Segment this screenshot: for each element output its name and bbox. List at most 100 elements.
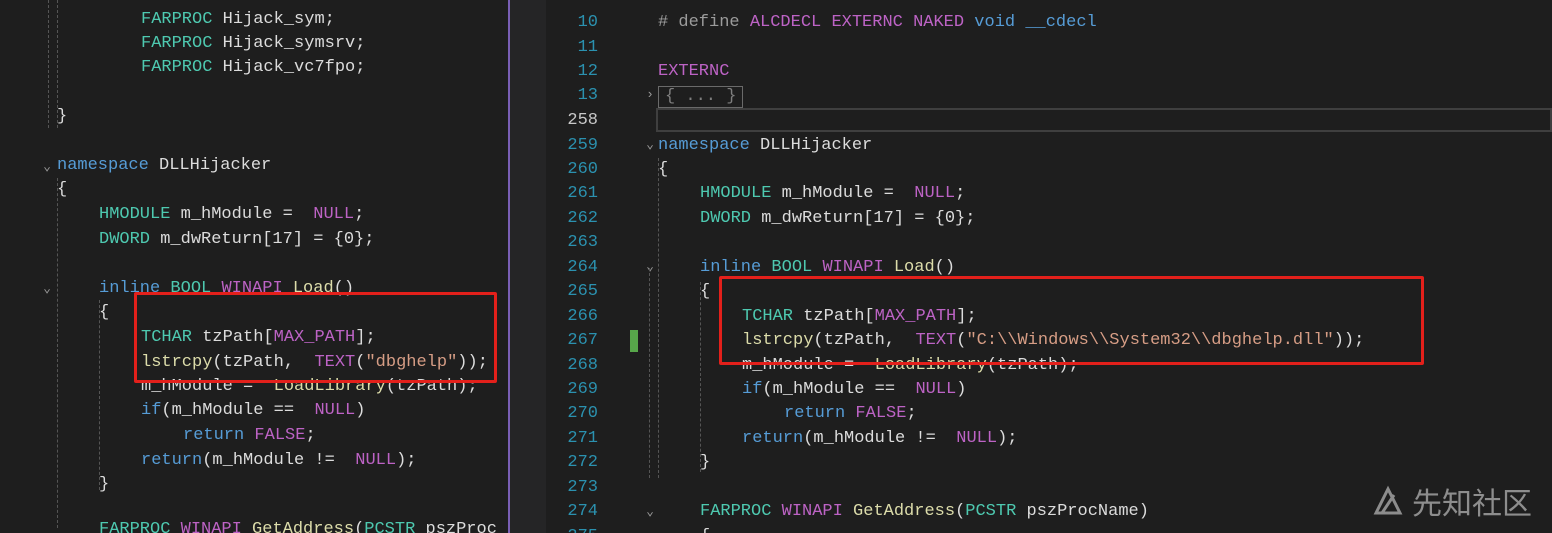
code-token: { bbox=[57, 180, 68, 199]
line-number: 11 bbox=[577, 38, 598, 57]
code-line[interactable]: { bbox=[700, 280, 710, 304]
code-token: () bbox=[934, 258, 956, 277]
code-token: ) bbox=[355, 401, 366, 420]
code-line[interactable]: } bbox=[99, 473, 109, 497]
code-token: { bbox=[700, 527, 710, 533]
code-token: ); bbox=[997, 429, 1018, 448]
code-token: m_hModule = bbox=[180, 205, 304, 224]
code-line[interactable]: return FALSE; bbox=[784, 402, 917, 426]
code-line[interactable]: DWORD m_dwReturn[17] = {0}; bbox=[700, 207, 975, 231]
code-line[interactable]: FARPROC Hijack_sym; bbox=[141, 8, 335, 32]
code-line[interactable]: return FALSE; bbox=[183, 424, 316, 448]
code-token: ; bbox=[906, 404, 917, 423]
highlight-box-left bbox=[134, 292, 497, 383]
indent-guide bbox=[658, 158, 659, 478]
indent-guide bbox=[57, 0, 58, 128]
code-token: m_hModule = bbox=[781, 184, 905, 203]
left-editor-pane[interactable]: FARPROC Hijack_stackdbg;FARPROC Hijack_s… bbox=[0, 0, 508, 533]
code-token: Hijack_stackdbg; bbox=[223, 0, 386, 1]
code-line[interactable]: { bbox=[658, 158, 668, 182]
code-token: DLLHijacker bbox=[760, 136, 873, 155]
code-token: NAKED bbox=[913, 13, 965, 32]
code-line[interactable]: } bbox=[57, 105, 67, 129]
code-line[interactable]: return(m_hModule != NULL); bbox=[742, 427, 1017, 451]
code-token: (m_hModule == bbox=[762, 380, 906, 399]
code-token: ; bbox=[955, 184, 966, 203]
code-token: WINAPI bbox=[781, 502, 843, 521]
code-line[interactable]: FARPROC WINAPI GetAddress(PCSTR pszProc bbox=[99, 518, 497, 533]
code-token: Hijack_symsrv; bbox=[222, 34, 366, 53]
line-number: 260 bbox=[567, 160, 598, 179]
code-token: ; bbox=[354, 205, 365, 224]
code-token: { bbox=[700, 282, 711, 301]
line-number: 262 bbox=[567, 209, 598, 228]
code-line[interactable]: HMODULE m_hModule = NULL; bbox=[99, 203, 364, 227]
code-token: return bbox=[141, 451, 203, 470]
fold-chevron-down-icon[interactable]: ⌄ bbox=[40, 282, 54, 296]
code-line[interactable]: return(m_hModule != NULL); bbox=[141, 449, 416, 473]
code-token: # define bbox=[658, 13, 740, 32]
code-token: ( bbox=[354, 520, 365, 533]
code-token: FARPROC bbox=[141, 0, 212, 1]
code-token: # define bbox=[658, 0, 740, 4]
code-line[interactable]: # define ALCDECL EXTERNC NAKED void __cd… bbox=[658, 11, 1097, 35]
code-line[interactable]: } bbox=[700, 451, 710, 475]
indent-guide bbox=[99, 300, 100, 490]
code-line[interactable]: DWORD m_dwReturn[17] = {0}; bbox=[99, 228, 374, 252]
code-line[interactable]: FARPROC Hijack_vc7fpo; bbox=[141, 56, 365, 80]
code-token: EXTERNC bbox=[831, 0, 902, 4]
line-number: 261 bbox=[567, 184, 598, 203]
code-token: ( bbox=[955, 502, 966, 521]
code-token: NULL bbox=[956, 429, 998, 448]
fold-chevron-right-icon[interactable]: › bbox=[643, 88, 657, 102]
code-token: if bbox=[141, 401, 162, 420]
code-line[interactable]: FARPROC Hijack_stackdbg; bbox=[141, 0, 386, 4]
line-number: 273 bbox=[567, 478, 598, 497]
code-token: HMODULE bbox=[99, 205, 171, 224]
line-number: 266 bbox=[567, 307, 598, 326]
xianzhi-logo-icon bbox=[1373, 485, 1403, 515]
indent-guide bbox=[700, 282, 701, 472]
code-token: GetAddress bbox=[853, 502, 956, 521]
code-token: (m_hModule != bbox=[803, 429, 947, 448]
collapsed-region[interactable]: { ... } bbox=[658, 86, 744, 108]
code-line[interactable]: if(m_hModule == NULL) bbox=[742, 378, 966, 402]
code-token: DWORD bbox=[700, 209, 752, 228]
line-number: 263 bbox=[567, 233, 598, 252]
fold-chevron-down-icon[interactable]: ⌄ bbox=[643, 138, 657, 152]
code-line[interactable]: FARPROC Hijack_symsrv; bbox=[141, 32, 365, 56]
code-line[interactable]: { bbox=[99, 301, 109, 325]
indent-guide bbox=[649, 268, 650, 478]
code-line[interactable]: EXTERNC bbox=[658, 60, 729, 84]
code-line[interactable]: HMODULE m_hModule = NULL; bbox=[700, 182, 965, 206]
code-token: EXTERNC bbox=[658, 62, 730, 81]
code-line[interactable]: # define ALCFAST EXTERNC EXPORT NAKED vo… bbox=[658, 0, 1199, 7]
fold-chevron-down-icon[interactable]: ⌄ bbox=[643, 505, 657, 519]
line-number: 13 bbox=[577, 86, 598, 105]
line-number: 275 bbox=[546, 525, 598, 533]
line-number: 258 bbox=[567, 111, 598, 130]
fold-chevron-down-icon[interactable]: ⌄ bbox=[643, 260, 657, 274]
code-token: namespace bbox=[658, 136, 750, 155]
code-token: EXTERNC bbox=[831, 13, 903, 32]
fold-chevron-down-icon[interactable]: ⌄ bbox=[40, 160, 54, 174]
code-line[interactable]: { bbox=[700, 525, 710, 533]
line-number: 265 bbox=[567, 282, 598, 301]
right-editor-pane[interactable]: 9 10 11 12 13 258 259 260 261 262 263 264 265 266 267 2… bbox=[546, 0, 1552, 533]
line-number: 12 bbox=[577, 62, 598, 81]
code-line[interactable]: { bbox=[57, 178, 67, 202]
code-line[interactable]: FARPROC WINAPI GetAddress(PCSTR pszProcN… bbox=[700, 500, 1149, 524]
code-token: NULL bbox=[314, 401, 356, 420]
code-token: } bbox=[99, 475, 110, 494]
code-line[interactable]: if(m_hModule == NULL) bbox=[141, 399, 365, 423]
code-token: WINAPI bbox=[180, 520, 242, 533]
change-marker bbox=[630, 330, 638, 352]
code-token: return bbox=[784, 404, 846, 423]
line-number: 269 bbox=[567, 380, 598, 399]
code-token: NULL bbox=[914, 184, 956, 203]
code-line[interactable]: namespace DLLHijacker bbox=[57, 154, 271, 178]
code-token: pszProcName) bbox=[1026, 502, 1149, 521]
code-line[interactable]: namespace DLLHijacker bbox=[658, 134, 872, 158]
code-token: return bbox=[742, 429, 804, 448]
code-token: PCSTR bbox=[965, 502, 1017, 521]
